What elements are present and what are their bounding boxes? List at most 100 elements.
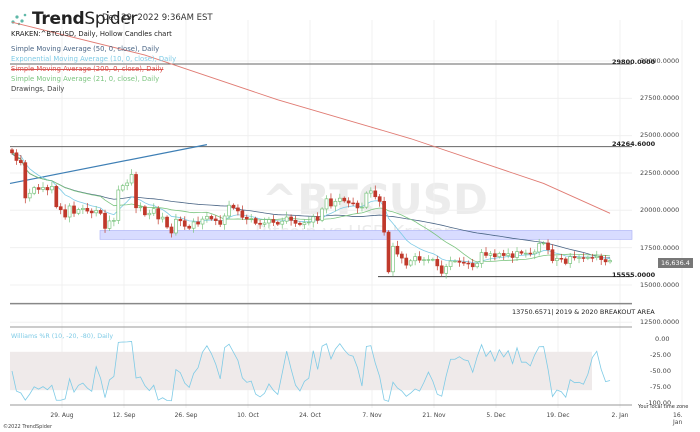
candle-up — [408, 260, 413, 266]
y-tick: 15000.0000 — [640, 281, 680, 289]
candle-up — [608, 260, 612, 263]
candle-up — [205, 216, 209, 220]
candle-down — [103, 212, 107, 229]
candle-down — [581, 257, 586, 259]
last-price-badge: 16,636.4 — [658, 258, 693, 268]
x-tick: 2. Jan — [611, 412, 629, 419]
candle-up — [107, 220, 112, 229]
candle-up — [532, 251, 537, 255]
candle-up — [360, 206, 364, 209]
level-label: 15555.0000 — [612, 271, 656, 279]
candle-up — [541, 242, 546, 245]
candle-up — [174, 218, 178, 234]
copyright: ©2022 TrendSpider — [3, 424, 53, 430]
candle-up — [67, 205, 72, 218]
candle-down — [298, 222, 302, 225]
candle-up — [524, 252, 528, 255]
candle-up — [280, 220, 285, 225]
candle-down — [351, 202, 355, 205]
candle-down — [519, 251, 524, 254]
candle-down — [165, 216, 169, 228]
y-tick: 25000.0000 — [640, 131, 680, 139]
candle-up — [431, 259, 435, 261]
candle-up — [515, 251, 519, 258]
candle-down — [258, 222, 262, 225]
candle-down — [395, 245, 400, 255]
candle-down — [236, 207, 240, 212]
candle-up — [537, 243, 542, 253]
candle-down — [386, 231, 391, 273]
candle-down — [182, 220, 187, 227]
candle-down — [435, 259, 440, 267]
candle-down — [603, 259, 608, 263]
x-tick: 16. Jan — [673, 412, 683, 426]
candle-up — [333, 200, 338, 207]
candle-up — [41, 187, 45, 190]
level-label: 13750.6571| 2019 & 2020 BREAKOUT AREA — [512, 308, 655, 316]
candle-down — [528, 252, 533, 255]
candle-up — [94, 210, 99, 214]
candle-down — [58, 206, 63, 211]
candle-down — [470, 263, 475, 268]
legend-item[interactable]: Simple Moving Average (200, 0, close), D… — [11, 65, 163, 73]
candle-down — [510, 253, 515, 258]
legend-item[interactable]: Simple Moving Average (21, 0, close), Da… — [11, 75, 159, 83]
candle-up — [120, 185, 125, 191]
legend-item[interactable]: Exponential Moving Average (10, 0, close… — [11, 55, 176, 63]
candle-up — [555, 258, 559, 261]
candle-up — [475, 263, 479, 268]
candle-down — [98, 210, 103, 214]
y-tick: 22500.0000 — [640, 169, 680, 177]
candle-down — [466, 262, 471, 265]
legend-item[interactable]: Drawings, Daily — [11, 85, 64, 93]
candle-down — [484, 252, 488, 256]
x-tick: 7. Nov — [362, 412, 382, 419]
x-tick: 21. Nov — [422, 412, 446, 419]
chart-title: KRAKEN:^BTCUSD, Daily, Hollow Candles ch… — [11, 30, 172, 38]
candle-down — [599, 255, 604, 260]
candle-up — [586, 257, 590, 259]
candle-down — [550, 249, 555, 261]
x-tick: 10. Oct — [237, 412, 259, 419]
candle-down — [45, 187, 50, 191]
breakout-zone — [99, 230, 633, 240]
y-tick: 27500.0000 — [640, 94, 680, 102]
candle-up — [426, 259, 431, 261]
candle-up — [488, 253, 493, 256]
candle-up — [27, 192, 32, 199]
candle-up — [337, 197, 342, 202]
candle-up — [125, 182, 130, 187]
candle-down — [271, 219, 276, 223]
candle-down — [315, 216, 320, 221]
candle-down — [404, 257, 409, 266]
candle-up — [151, 208, 156, 214]
timezone-label: Your local time zone — [638, 404, 689, 410]
candle-down — [275, 222, 280, 225]
candle-up — [302, 222, 307, 225]
candle-down — [373, 190, 378, 198]
legend-item[interactable]: Simple Moving Average (50, 0, close), Da… — [11, 45, 159, 53]
candle-up — [138, 206, 143, 209]
candle-up — [147, 212, 152, 216]
wr-tick: -75.00 — [650, 383, 671, 391]
candle-down — [244, 216, 249, 220]
candle-up — [413, 256, 417, 262]
x-tick: 12. Sep — [112, 412, 136, 419]
wr-tick: -25.00 — [650, 351, 671, 359]
candle-down — [546, 242, 550, 251]
candle-up — [76, 209, 81, 214]
candle-up — [444, 266, 448, 274]
candle-up — [32, 187, 37, 194]
candle-up — [368, 190, 373, 194]
y-tick: 20000.0000 — [640, 206, 680, 214]
candle-down — [187, 225, 192, 229]
candle-down — [293, 219, 298, 224]
candle-down — [572, 256, 577, 259]
candle-down — [218, 220, 223, 225]
candle-up — [568, 256, 573, 264]
x-tick: 24. Oct — [299, 412, 321, 419]
candle-up — [506, 253, 511, 256]
sma50-line — [11, 153, 611, 259]
candle-down — [134, 174, 138, 209]
candle-up — [306, 221, 311, 224]
